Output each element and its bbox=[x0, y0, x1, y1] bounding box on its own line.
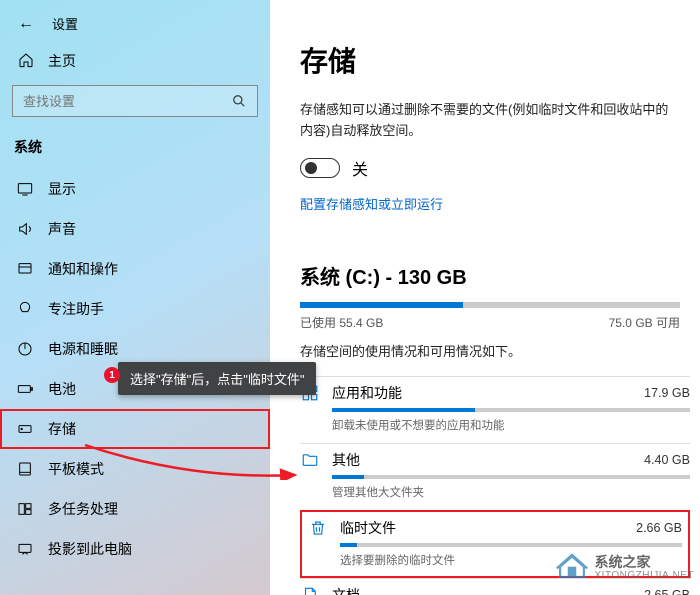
power-icon bbox=[16, 341, 34, 357]
storage-icon bbox=[16, 421, 34, 437]
category-sub: 卸载未使用或不想要的应用和功能 bbox=[332, 417, 690, 433]
sidebar-item-label: 平板模式 bbox=[48, 459, 104, 479]
folder-icon bbox=[300, 451, 320, 469]
page-title: 存储 bbox=[300, 40, 680, 80]
category-label: 其他 bbox=[332, 450, 632, 470]
storage-sense-toggle[interactable] bbox=[300, 158, 340, 178]
annotation-tooltip: 选择"存储"后，点击"临时文件" bbox=[118, 362, 316, 395]
sidebar-item-focus[interactable]: 专注助手 bbox=[0, 289, 270, 329]
sidebar-item-sound[interactable]: 声音 bbox=[0, 209, 270, 249]
sidebar-item-project[interactable]: 投影到此电脑 bbox=[0, 529, 270, 569]
category-size: 17.9 GB bbox=[644, 386, 690, 400]
category-other[interactable]: 其他 4.40 GB 管理其他大文件夹 bbox=[300, 443, 690, 510]
home-row[interactable]: 主页 bbox=[0, 43, 270, 83]
sidebar: ← 设置 主页 系统 显示 声音 通知和操作 bbox=[0, 0, 270, 595]
category-label: 应用和功能 bbox=[332, 383, 632, 403]
main-content: 存储 存储感知可以通过删除不需要的文件(例如临时文件和回收站中的内容)自动释放空… bbox=[270, 0, 700, 595]
search-input[interactable] bbox=[13, 94, 221, 109]
sidebar-item-multitask[interactable]: 多任务处理 bbox=[0, 489, 270, 529]
category-size: 4.40 GB bbox=[644, 453, 690, 467]
watermark-icon bbox=[555, 548, 589, 587]
display-icon bbox=[16, 181, 34, 197]
sound-icon bbox=[16, 221, 34, 237]
document-icon bbox=[300, 586, 320, 595]
category-label: 临时文件 bbox=[340, 518, 624, 538]
sidebar-item-storage[interactable]: 存储 bbox=[0, 409, 270, 449]
category-size: 2.65 GB bbox=[644, 588, 690, 595]
category-size: 2.66 GB bbox=[636, 521, 682, 535]
sidebar-item-tablet[interactable]: 平板模式 bbox=[0, 449, 270, 489]
watermark-url: XITONGZHIJIA.NET bbox=[595, 570, 695, 582]
sidebar-item-notifications[interactable]: 通知和操作 bbox=[0, 249, 270, 289]
tablet-icon bbox=[16, 461, 34, 477]
sidebar-item-label: 电源和睡眠 bbox=[48, 339, 118, 359]
category-sub: 管理其他大文件夹 bbox=[332, 484, 690, 500]
configure-link[interactable]: 配置存储感知或立即运行 bbox=[300, 194, 680, 213]
focus-icon bbox=[16, 301, 34, 317]
sidebar-item-label: 电池 bbox=[48, 379, 76, 399]
search-icon[interactable] bbox=[221, 94, 257, 108]
drive-title: 系统 (C:) - 130 GB bbox=[300, 261, 680, 290]
sidebar-item-label: 显示 bbox=[48, 179, 76, 199]
drive-free: 75.0 GB 可用 bbox=[609, 314, 680, 331]
multitask-icon bbox=[16, 501, 34, 517]
home-icon bbox=[18, 52, 34, 71]
back-arrow-icon[interactable]: ← bbox=[18, 15, 34, 33]
sidebar-item-label: 投影到此电脑 bbox=[48, 539, 132, 559]
project-icon bbox=[16, 541, 34, 557]
sidebar-item-label: 专注助手 bbox=[48, 299, 104, 319]
annotation-badge: 1 bbox=[104, 367, 120, 383]
battery-icon bbox=[16, 381, 34, 397]
section-title: 系统 bbox=[0, 131, 270, 169]
drive-used: 已使用 55.4 GB bbox=[300, 314, 383, 331]
toggle-label: 关 bbox=[352, 156, 368, 180]
drive-note: 存储空间的使用情况和可用情况如下。 bbox=[300, 341, 680, 360]
sidebar-item-label: 声音 bbox=[48, 219, 76, 239]
storage-desc: 存储感知可以通过删除不需要的文件(例如临时文件和回收站中的内容)自动释放空间。 bbox=[300, 100, 680, 142]
notification-icon bbox=[16, 261, 34, 277]
sidebar-item-label: 存储 bbox=[48, 419, 76, 439]
watermark: 系统之家 XITONGZHIJIA.NET bbox=[555, 548, 695, 587]
trash-icon bbox=[308, 519, 328, 537]
category-apps[interactable]: 应用和功能 17.9 GB 卸载未使用或不想要的应用和功能 bbox=[300, 376, 690, 443]
sidebar-item-label: 多任务处理 bbox=[48, 499, 118, 519]
settings-label: 设置 bbox=[52, 14, 78, 33]
drive-usage-bar bbox=[300, 302, 680, 308]
watermark-title: 系统之家 bbox=[595, 554, 695, 570]
search-box[interactable] bbox=[12, 85, 258, 117]
home-label: 主页 bbox=[48, 51, 76, 71]
sidebar-item-display[interactable]: 显示 bbox=[0, 169, 270, 209]
sidebar-item-label: 通知和操作 bbox=[48, 259, 118, 279]
